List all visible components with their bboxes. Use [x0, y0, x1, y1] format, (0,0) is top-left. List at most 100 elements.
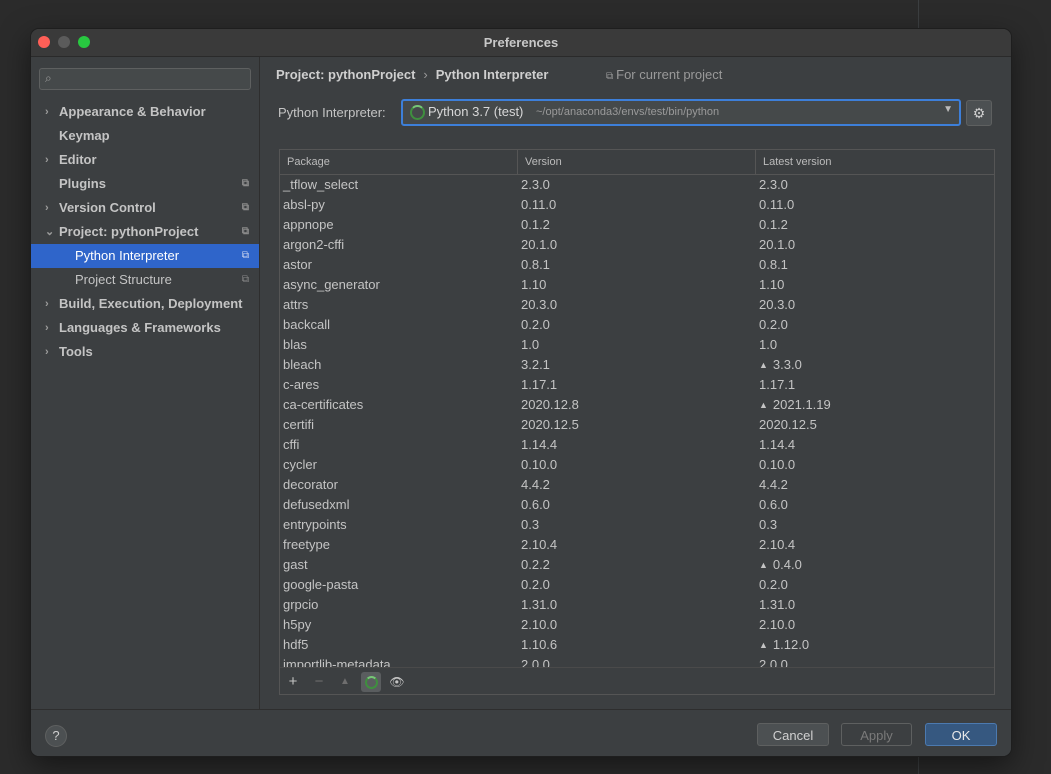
sidebar-item-python-interpreter[interactable]: Python Interpreter ⧉: [31, 244, 259, 268]
sidebar-item-languages-frameworks[interactable]: › Languages & Frameworks: [31, 316, 259, 340]
table-row[interactable]: astor 0.8.1 0.8.1: [280, 255, 994, 275]
package-name: freetype: [283, 537, 330, 552]
package-name: defusedxml: [283, 497, 350, 512]
package-latest-version: 0.1.2: [759, 215, 788, 235]
package-latest-version: 2020.12.5: [759, 415, 817, 435]
upgrade-package-button[interactable]: ▲: [335, 672, 355, 692]
table-row[interactable]: argon2-cffi 20.1.0 20.1.0: [280, 235, 994, 255]
latest-version-text: 20.3.0: [759, 297, 796, 312]
project-scope-icon: ⧉: [241, 274, 249, 285]
package-version: 20.3.0: [521, 297, 558, 312]
sidebar-item-label: Build, Execution, Deployment: [59, 296, 243, 311]
package-name: attrs: [283, 297, 309, 312]
gear-icon[interactable]: ⚙: [966, 100, 992, 126]
sidebar-item-appearance-behavior[interactable]: › Appearance & Behavior: [31, 100, 259, 124]
table-row[interactable]: _tflow_select 2.3.0 2.3.0: [280, 175, 994, 195]
interpreter-select[interactable]: Python 3.7 (test) ~/opt/anaconda3/envs/t…: [401, 99, 961, 126]
latest-version-text: 1.14.4: [759, 437, 796, 452]
loading-spinner-icon: [410, 105, 425, 120]
table-row[interactable]: freetype 2.10.4 2.10.4: [280, 535, 994, 555]
package-version: 1.17.1: [521, 377, 558, 392]
table-row[interactable]: hdf5 1.10.6 ▲ 1.12.0: [280, 635, 994, 655]
sidebar-item-version-control[interactable]: › Version Control ⧉: [31, 196, 259, 220]
table-row[interactable]: defusedxml 0.6.0 0.6.0: [280, 495, 994, 515]
refresh-button[interactable]: [361, 672, 381, 692]
package-latest-version: 0.6.0: [759, 495, 788, 515]
ok-button[interactable]: OK: [925, 723, 997, 746]
settings-search-input[interactable]: ⌕: [39, 68, 251, 90]
sidebar-item-build-execution[interactable]: › Build, Execution, Deployment: [31, 292, 259, 316]
latest-version-text: 0.4.0: [772, 557, 802, 572]
column-header-package[interactable]: Package: [280, 150, 518, 174]
latest-version-text: 2.10.4: [759, 537, 796, 552]
package-name: entrypoints: [283, 517, 347, 532]
package-version: 3.2.1: [521, 357, 550, 372]
sidebar-item-tools[interactable]: › Tools: [31, 340, 259, 364]
table-row[interactable]: h5py 2.10.0 2.10.0: [280, 615, 994, 635]
table-row[interactable]: blas 1.0 1.0: [280, 335, 994, 355]
package-name: grpcio: [283, 597, 319, 612]
cancel-button[interactable]: Cancel: [757, 723, 829, 746]
package-version: 0.2.2: [521, 557, 550, 572]
package-name: astor: [283, 257, 312, 272]
package-latest-version: 1.31.0: [759, 595, 795, 615]
sidebar-item-project[interactable]: ⌄ Project: pythonProject ⧉: [31, 220, 259, 244]
package-latest-version: 2.3.0: [759, 175, 788, 195]
package-version: 0.1.2: [521, 217, 550, 232]
package-latest-version: 20.3.0: [759, 295, 795, 315]
column-header-version[interactable]: Version: [518, 150, 756, 174]
breadcrumb-project[interactable]: Project: pythonProject: [276, 67, 415, 82]
table-row[interactable]: attrs 20.3.0 20.3.0: [280, 295, 994, 315]
table-row[interactable]: ca-certificates 2020.12.8 ▲ 2021.1.19: [280, 395, 994, 415]
table-row[interactable]: decorator 4.4.2 4.4.2: [280, 475, 994, 495]
sidebar-item-plugins[interactable]: Plugins ⧉: [31, 172, 259, 196]
table-row[interactable]: gast 0.2.2 ▲ 0.4.0: [280, 555, 994, 575]
interpreter-label: Python Interpreter:: [278, 105, 386, 120]
table-row[interactable]: backcall 0.2.0 0.2.0: [280, 315, 994, 335]
chevron-right-icon: ›: [45, 346, 49, 358]
column-header-latest-version[interactable]: Latest version: [756, 150, 994, 174]
breadcrumb-page: Python Interpreter: [435, 67, 549, 82]
chevron-down-icon: ⌄: [45, 226, 55, 238]
sidebar-item-label: Appearance & Behavior: [59, 104, 206, 119]
latest-version-text: 1.10: [759, 277, 785, 292]
remove-package-button[interactable]: −: [309, 672, 329, 692]
sidebar-item-project-structure[interactable]: Project Structure ⧉: [31, 268, 259, 292]
package-name: bleach: [283, 357, 322, 372]
breadcrumb: Project: pythonProject › Python Interprete…: [276, 67, 548, 82]
sidebar-item-editor[interactable]: › Editor: [31, 148, 259, 172]
table-row[interactable]: certifi 2020.12.5 2020.12.5: [280, 415, 994, 435]
table-row[interactable]: bleach 3.2.1 ▲ 3.3.0: [280, 355, 994, 375]
title-bar: Preferences: [31, 29, 1011, 57]
table-row[interactable]: async_generator 1.10 1.10: [280, 275, 994, 295]
dialog-footer: ? Cancel Apply OK: [31, 709, 1011, 756]
latest-version-text: 0.6.0: [759, 497, 788, 512]
apply-button[interactable]: Apply: [841, 723, 912, 746]
package-latest-version: 4.4.2: [759, 475, 788, 495]
package-latest-version: ▲ 3.3.0: [759, 355, 802, 375]
table-row[interactable]: cycler 0.10.0 0.10.0: [280, 455, 994, 475]
table-row[interactable]: entrypoints 0.3 0.3: [280, 515, 994, 535]
table-row[interactable]: importlib-metadata 2.0.0 2.0.0: [280, 655, 994, 667]
sidebar-item-keymap[interactable]: Keymap: [31, 124, 259, 148]
table-row[interactable]: absl-py 0.11.0 0.11.0: [280, 195, 994, 215]
add-package-button[interactable]: +: [283, 672, 303, 692]
package-version: 2020.12.8: [521, 397, 579, 412]
help-button[interactable]: ?: [45, 725, 67, 747]
table-row[interactable]: c-ares 1.17.1 1.17.1: [280, 375, 994, 395]
table-row[interactable]: google-pasta 0.2.0 0.2.0: [280, 575, 994, 595]
show-early-releases-eye-icon[interactable]: 👁: [387, 672, 407, 692]
sidebar-item-label: Tools: [59, 344, 93, 359]
dropdown-arrow-icon: ▼: [943, 104, 953, 115]
package-name: h5py: [283, 617, 312, 632]
package-version: 20.1.0: [521, 237, 558, 252]
package-latest-version: 2.10.4: [759, 535, 795, 555]
table-row[interactable]: appnope 0.1.2 0.1.2: [280, 215, 994, 235]
chevron-right-icon: ›: [45, 298, 49, 310]
latest-version-text: 2.0.0: [759, 657, 788, 667]
package-latest-version: 1.10: [759, 275, 784, 295]
package-latest-version: 2.10.0: [759, 615, 795, 635]
preferences-dialog: Preferences ⌕ › Appearance & Behavior Ke…: [31, 29, 1011, 756]
table-row[interactable]: grpcio 1.31.0 1.31.0: [280, 595, 994, 615]
table-row[interactable]: cffi 1.14.4 1.14.4: [280, 435, 994, 455]
